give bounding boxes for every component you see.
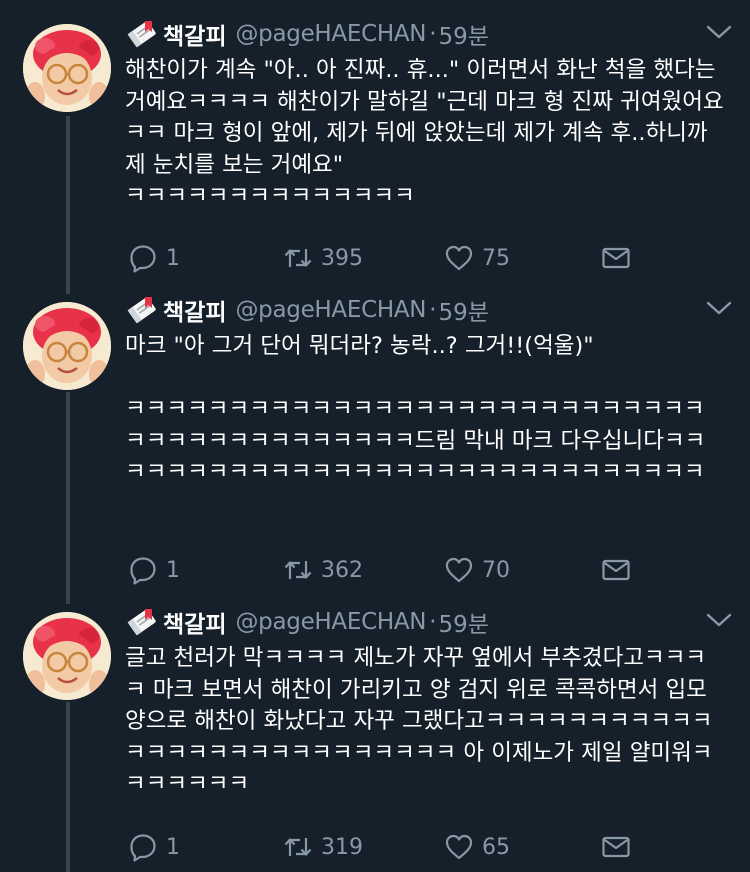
retweet-count: 319	[321, 834, 363, 860]
retweet-icon	[284, 838, 312, 856]
retweet-icon	[284, 249, 312, 267]
avatar-image	[23, 612, 111, 700]
retweet-button[interactable]: 319	[283, 831, 363, 863]
chevron-down-icon[interactable]	[706, 612, 732, 628]
tweet-actions: 1 362 70	[128, 554, 728, 586]
thread-line	[66, 702, 70, 872]
retweet-button[interactable]: 362	[283, 554, 363, 586]
direct-message-button[interactable]	[601, 831, 639, 863]
retweet-button[interactable]: 395	[283, 242, 363, 274]
display-name[interactable]: 책갈피	[163, 293, 226, 327]
display-name[interactable]: 책갈피	[163, 17, 226, 51]
separator-dot: ·	[429, 609, 437, 635]
direct-message-button[interactable]	[601, 554, 639, 586]
like-button[interactable]: 70	[444, 554, 510, 586]
timestamp[interactable]: 59분	[439, 17, 489, 51]
envelope-icon	[602, 247, 630, 269]
tweet-text: 글고 천러가 막ㅋㅋㅋㅋ 제노가 자꾸 옆에서 부추겼다고ㅋㅋㅋㅋ 마크 보면서…	[125, 645, 713, 797]
chevron-down-icon[interactable]	[706, 24, 732, 40]
reply-button[interactable]: 1	[128, 242, 180, 274]
reply-icon	[130, 557, 156, 585]
timestamp[interactable]: 59분	[439, 293, 489, 327]
display-name[interactable]: 책갈피	[163, 605, 226, 639]
reply-button[interactable]: 1	[128, 554, 180, 586]
retweet-icon	[284, 561, 312, 579]
reply-button[interactable]: 1	[128, 831, 180, 863]
tweet-actions: 1 319 65	[128, 831, 728, 863]
avatar-image	[23, 302, 111, 390]
like-count: 70	[482, 557, 510, 583]
reply-icon	[130, 834, 156, 862]
reply-icon	[130, 245, 156, 273]
avatar-image	[23, 24, 111, 112]
reply-count: 1	[166, 557, 180, 583]
like-count: 75	[482, 245, 510, 271]
tweet-header: 책갈피 @pageHAECHAN · 59분	[125, 292, 489, 328]
timestamp[interactable]: 59분	[439, 605, 489, 639]
tweet-text: 마크 "아 그거 단어 뭐더라? 농락..? 그거!!(억울)" ㅋㅋㅋㅋㅋㅋㅋ…	[125, 333, 706, 485]
bookmark-emoji-icon	[127, 21, 156, 48]
tweet-actions: 1 395 75	[128, 242, 728, 274]
envelope-icon	[602, 836, 630, 858]
avatar[interactable]	[23, 302, 111, 390]
direct-message-button[interactable]	[601, 242, 639, 274]
envelope-icon	[602, 559, 630, 581]
thread-line	[66, 392, 70, 604]
avatar[interactable]	[23, 612, 111, 700]
bookmark-emoji-icon	[127, 297, 156, 324]
tweet-header: 책갈피 @pageHAECHAN · 59분	[125, 604, 489, 640]
chevron-down-icon[interactable]	[706, 300, 732, 316]
like-count: 65	[482, 834, 510, 860]
heart-icon	[445, 834, 473, 860]
bookmark-emoji-icon	[127, 609, 156, 636]
separator-dot: ·	[429, 21, 437, 47]
like-button[interactable]: 75	[444, 242, 510, 274]
reply-count: 1	[166, 245, 180, 271]
reply-count: 1	[166, 834, 180, 860]
user-handle[interactable]: @pageHAECHAN	[235, 21, 426, 47]
thread-line	[66, 116, 70, 294]
like-button[interactable]: 65	[444, 831, 510, 863]
separator-dot: ·	[429, 297, 437, 323]
tweet-header: 책갈피 @pageHAECHAN · 59분	[125, 16, 489, 52]
retweet-count: 362	[321, 557, 363, 583]
user-handle[interactable]: @pageHAECHAN	[235, 609, 426, 635]
user-handle[interactable]: @pageHAECHAN	[235, 297, 426, 323]
retweet-count: 395	[321, 245, 363, 271]
heart-icon	[445, 245, 473, 271]
tweet-text: 해찬이가 계속 "아.. 아 진짜.. 휴..." 이러면서 화난 척을 했다는…	[125, 57, 724, 209]
heart-icon	[445, 557, 473, 583]
avatar[interactable]	[23, 24, 111, 112]
